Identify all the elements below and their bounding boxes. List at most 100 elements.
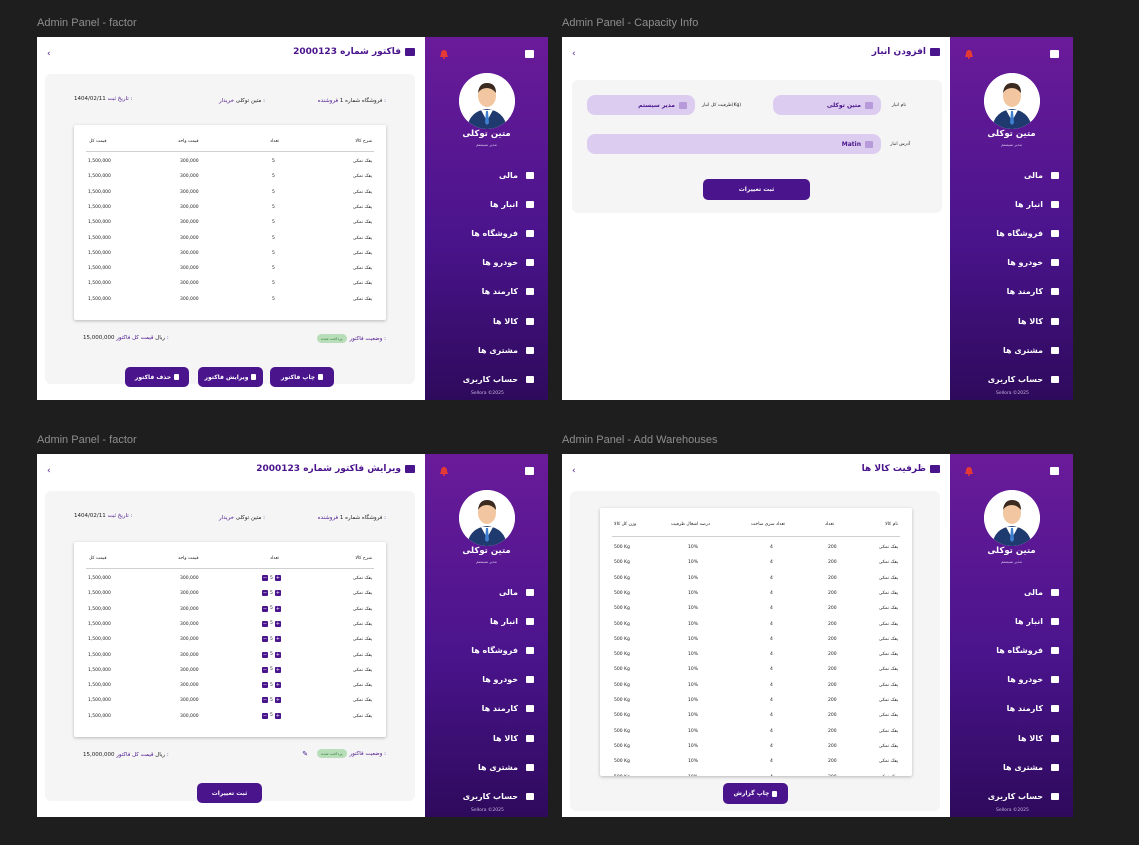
table-cell: 200 [828, 682, 837, 688]
quantity-stepper[interactable]: −5 + [262, 712, 281, 719]
sidebar-item-6[interactable]: مشتری ها [434, 336, 534, 365]
pencil-icon[interactable]: ✎ [302, 750, 308, 758]
plus-icon[interactable]: + [274, 682, 281, 689]
capacity-field[interactable]: مدیر سیستم [587, 95, 695, 115]
invoice-total: 15,000,000 ریال قیمت کل فاکتور : [83, 752, 169, 758]
address-field[interactable]: Matin [587, 134, 881, 154]
sidebar-item-0[interactable]: مالی [959, 161, 1059, 190]
quantity-stepper[interactable]: −5 + [262, 605, 281, 612]
chevron-left-icon[interactable]: ‹ [47, 466, 51, 476]
customers-icon [526, 763, 534, 771]
sidebar-item-2[interactable]: فروشگاه ها [959, 219, 1059, 248]
sidebar-item-1[interactable]: انبار ها [959, 607, 1059, 636]
table-cell: پفک نمکی [878, 652, 898, 658]
bell-icon[interactable] [439, 466, 449, 476]
print-invoice-button[interactable]: چاپ فاکتور [270, 367, 334, 387]
plus-icon[interactable]: + [274, 636, 281, 643]
plus-icon[interactable]: + [274, 651, 281, 658]
sidebar-item-5[interactable]: کالا ها [434, 306, 534, 335]
plus-icon[interactable]: + [274, 590, 281, 597]
quantity-stepper[interactable]: −5 + [262, 590, 281, 597]
sidebar-item-0[interactable]: مالی [959, 578, 1059, 607]
minus-icon[interactable]: − [262, 697, 268, 704]
chevron-left-icon[interactable]: ‹ [572, 466, 576, 476]
plus-icon[interactable]: + [274, 575, 281, 581]
save-changes-button[interactable]: ثبت تغییرات [703, 179, 810, 200]
sidebar-footer: Sellora ©2025 [996, 391, 1029, 396]
chat-icon[interactable] [1050, 467, 1059, 475]
sidebar-item-0[interactable]: مالی [434, 161, 534, 190]
minus-icon[interactable]: − [262, 666, 268, 673]
sidebar-item-2[interactable]: فروشگاه ها [434, 636, 534, 665]
quantity-stepper[interactable]: −5 + [262, 575, 281, 581]
sidebar-item-4[interactable]: کارمند ها [959, 277, 1059, 306]
sidebar-item-7[interactable]: حساب کاربری [959, 365, 1059, 394]
finance-icon [1051, 172, 1059, 180]
sidebar-item-4[interactable]: کارمند ها [959, 694, 1059, 723]
minus-icon[interactable]: − [262, 605, 268, 612]
cell-product: پفک نمکی [352, 204, 372, 210]
chat-icon[interactable] [1050, 50, 1059, 58]
frame-label-factor: Admin Panel - factor [37, 17, 137, 29]
sidebar-item-3[interactable]: خودرو ها [959, 248, 1059, 277]
table-cell: 200 [828, 728, 837, 734]
quantity-stepper[interactable]: −5 + [262, 636, 281, 643]
delete-invoice-button[interactable]: حذف فاکتور [125, 367, 189, 387]
sidebar-item-7[interactable]: حساب کاربری [959, 782, 1059, 811]
minus-icon[interactable]: − [262, 682, 268, 689]
sidebar-item-3[interactable]: خودرو ها [434, 248, 534, 277]
sidebar-item-5[interactable]: کالا ها [434, 723, 534, 752]
quantity-stepper[interactable]: −5 + [262, 697, 281, 704]
minus-icon[interactable]: − [262, 590, 268, 597]
plus-icon[interactable]: + [274, 666, 281, 673]
plus-icon[interactable]: + [274, 605, 281, 612]
warehouse-icon [930, 465, 940, 473]
quantity-stepper[interactable]: −5 + [262, 620, 281, 627]
chat-icon[interactable] [525, 50, 534, 58]
page-title: ظرفیت کالا ها [862, 464, 940, 474]
cell-quantity: 5 [272, 281, 275, 287]
quantity-stepper[interactable]: −5 + [262, 666, 281, 673]
quantity-stepper[interactable]: −5 + [262, 682, 281, 689]
avatar [984, 490, 1040, 546]
column-header: شرح کالا [355, 139, 372, 144]
sidebar-item-1[interactable]: انبار ها [434, 190, 534, 219]
sidebar-item-2[interactable]: فروشگاه ها [434, 219, 534, 248]
sidebar-item-3[interactable]: خودرو ها [434, 665, 534, 694]
sidebar-item-6[interactable]: مشتری ها [959, 753, 1059, 782]
sidebar-item-1[interactable]: انبار ها [959, 190, 1059, 219]
sidebar-item-1[interactable]: انبار ها [434, 607, 534, 636]
table-cell: 200 [828, 636, 837, 642]
minus-icon[interactable]: − [262, 575, 268, 581]
minus-icon[interactable]: − [262, 651, 268, 658]
sidebar-item-2[interactable]: فروشگاه ها [959, 636, 1059, 665]
bell-icon[interactable] [964, 466, 974, 476]
bell-icon[interactable] [964, 49, 974, 59]
sidebar-item-5[interactable]: کالا ها [959, 723, 1059, 752]
minus-icon[interactable]: − [262, 712, 268, 719]
minus-icon[interactable]: − [262, 620, 268, 627]
plus-icon[interactable]: + [274, 697, 281, 704]
edit-invoice-button[interactable]: ویرایش فاکتور [198, 367, 263, 387]
sidebar-item-3[interactable]: خودرو ها [959, 665, 1059, 694]
chat-icon[interactable] [525, 467, 534, 475]
plus-icon[interactable]: + [274, 620, 281, 627]
print-report-button[interactable]: چاپ گزارش [723, 783, 788, 804]
quantity-stepper[interactable]: −5 + [262, 651, 281, 658]
sidebar-item-6[interactable]: مشتری ها [434, 753, 534, 782]
save-changes-button[interactable]: ثبت تغییرات [197, 783, 262, 803]
warehouse-name-field[interactable]: متین توکلی [773, 95, 881, 115]
chevron-left-icon[interactable]: ‹ [572, 49, 576, 59]
sidebar-item-4[interactable]: کارمند ها [434, 694, 534, 723]
bell-icon[interactable] [439, 49, 449, 59]
sidebar-item-6[interactable]: مشتری ها [959, 336, 1059, 365]
table-cell: 200 [828, 743, 837, 749]
chevron-left-icon[interactable]: ‹ [47, 49, 51, 59]
sidebar-item-4[interactable]: کارمند ها [434, 277, 534, 306]
minus-icon[interactable]: − [262, 636, 268, 643]
plus-icon[interactable]: + [274, 712, 281, 719]
sidebar-item-7[interactable]: حساب کاربری [434, 782, 534, 811]
sidebar-item-7[interactable]: حساب کاربری [434, 365, 534, 394]
sidebar-item-0[interactable]: مالی [434, 578, 534, 607]
sidebar-item-5[interactable]: کالا ها [959, 306, 1059, 335]
